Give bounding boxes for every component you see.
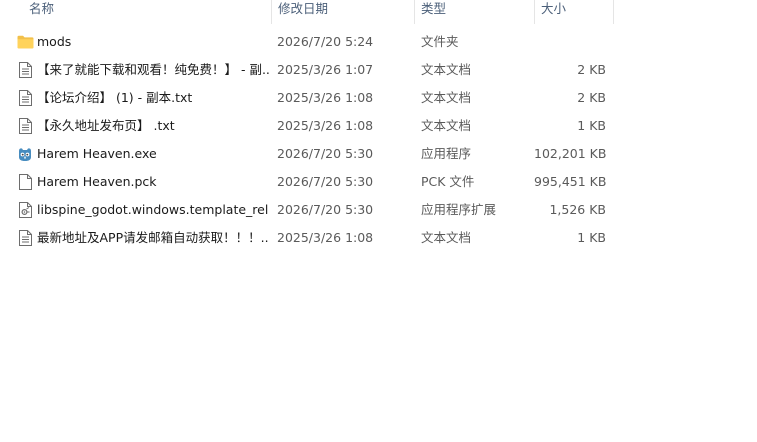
file-type: PCK 文件: [421, 174, 475, 189]
file-type: 文本文档: [421, 118, 472, 133]
file-name: mods: [37, 34, 72, 49]
file-size: 995,451 KB: [534, 174, 606, 189]
file-date-modified: 2026/7/20 5:30: [277, 146, 374, 161]
file-list-pane: 名称 修改日期 类型 大小 mods 2026/7/20 5:24 文件夹 【来…: [0, 0, 757, 442]
column-header-row: 名称 修改日期 类型 大小: [0, 0, 757, 24]
file-size: 1,526 KB: [549, 202, 606, 217]
file-name: Harem Heaven.pck: [37, 174, 157, 189]
file-name: Harem Heaven.exe: [37, 146, 157, 161]
text-document-icon: [16, 112, 34, 140]
file-name: 【论坛介绍】 (1) - 副本.txt: [37, 90, 193, 105]
file-row[interactable]: 【永久地址发布页】 .txt 2025/3/26 1:08 文本文档 1 KB: [0, 112, 757, 140]
column-header-date-modified[interactable]: 修改日期: [271, 0, 414, 24]
file-date-modified: 2026/7/20 5:24: [277, 34, 374, 49]
file-row[interactable]: 最新地址及APP请发邮箱自动获取！！！... 2025/3/26 1:08 文本…: [0, 224, 757, 252]
column-header-type[interactable]: 类型: [414, 0, 534, 24]
file-size: 1 KB: [577, 230, 606, 245]
file-size: 2 KB: [577, 62, 606, 77]
column-header-size[interactable]: 大小: [534, 0, 614, 24]
file-name: 最新地址及APP请发邮箱自动获取！！！...: [37, 230, 269, 245]
file-row[interactable]: 【论坛介绍】 (1) - 副本.txt 2025/3/26 1:08 文本文档 …: [0, 84, 757, 112]
file-name: 【来了就能下载和观看！纯免费！】 - 副...: [37, 62, 269, 77]
file-date-modified: 2025/3/26 1:07: [277, 62, 374, 77]
file-type: 文本文档: [421, 62, 472, 77]
file-rows: mods 2026/7/20 5:24 文件夹 【来了就能下载和观看！纯免费！】…: [0, 28, 757, 252]
text-document-icon: [16, 84, 34, 112]
file-size: 102,201 KB: [534, 146, 606, 161]
file-type: 文本文档: [421, 230, 472, 245]
file-size: [534, 28, 606, 56]
folder-icon: [16, 28, 34, 56]
file-date-modified: 2026/7/20 5:30: [277, 174, 374, 189]
blank-file-icon: [16, 168, 34, 196]
file-row[interactable]: libspine_godot.windows.template_rel... 2…: [0, 196, 757, 224]
text-document-icon: [16, 56, 34, 84]
dll-file-icon: [16, 196, 34, 224]
file-date-modified: 2025/3/26 1:08: [277, 118, 374, 133]
file-size: 2 KB: [577, 90, 606, 105]
file-type: 文本文档: [421, 90, 472, 105]
file-date-modified: 2025/3/26 1:08: [277, 90, 374, 105]
text-document-icon: [16, 224, 34, 252]
file-row[interactable]: Harem Heaven.exe 2026/7/20 5:30 应用程序 102…: [0, 140, 757, 168]
column-header-name[interactable]: 名称: [23, 0, 270, 24]
file-size: 1 KB: [577, 118, 606, 133]
file-row[interactable]: Harem Heaven.pck 2026/7/20 5:30 PCK 文件 9…: [0, 168, 757, 196]
file-name: libspine_godot.windows.template_rel...: [37, 202, 269, 217]
file-type: 应用程序: [421, 146, 472, 161]
file-row[interactable]: 【来了就能下载和观看！纯免费！】 - 副... 2025/3/26 1:07 文…: [0, 56, 757, 84]
file-date-modified: 2026/7/20 5:30: [277, 202, 374, 217]
file-date-modified: 2025/3/26 1:08: [277, 230, 374, 245]
file-row[interactable]: mods 2026/7/20 5:24 文件夹: [0, 28, 757, 56]
file-type: 文件夹: [421, 34, 459, 49]
file-name: 【永久地址发布页】 .txt: [37, 118, 175, 133]
file-type: 应用程序扩展: [421, 202, 497, 217]
godot-app-icon: [16, 140, 34, 168]
